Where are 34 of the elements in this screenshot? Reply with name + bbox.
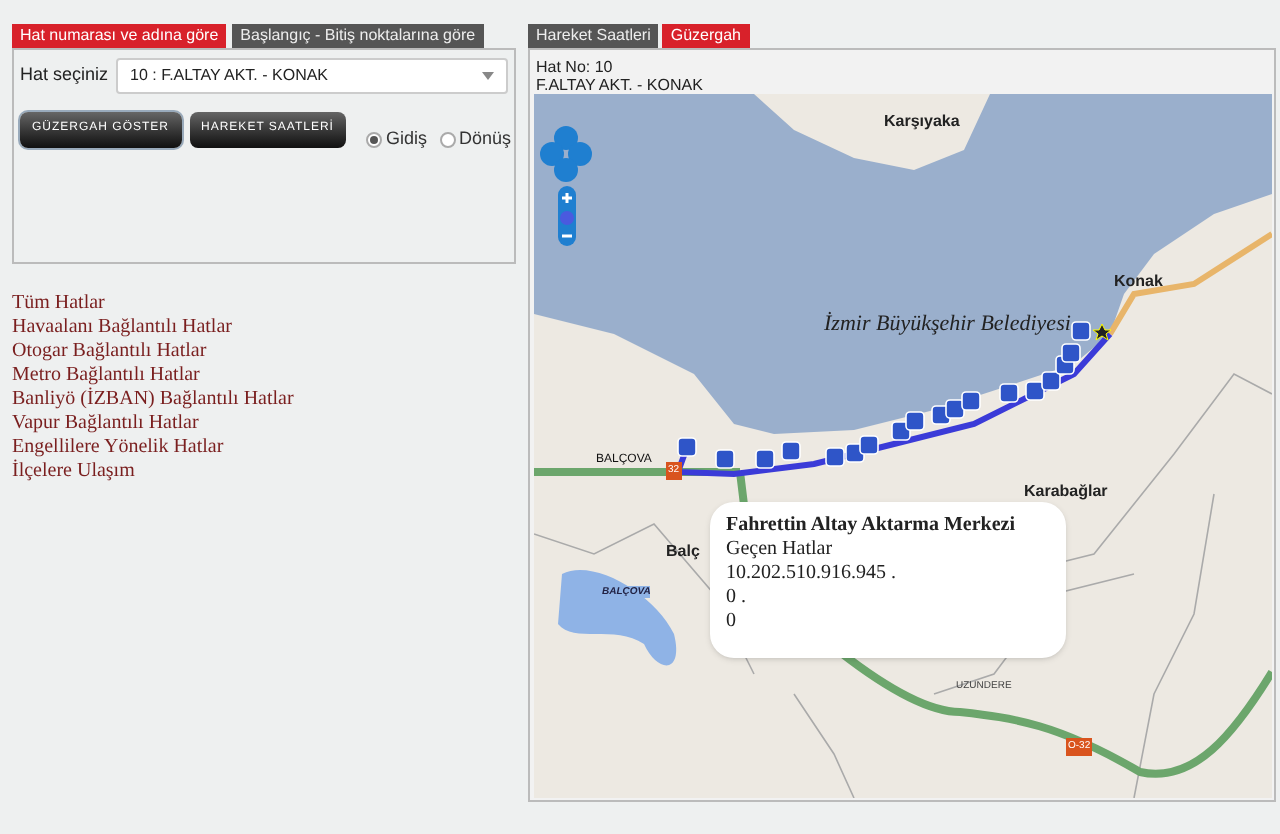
- line-name: F.ALTAY AKT. - KONAK: [536, 76, 705, 94]
- line-number: Hat No: 10: [536, 58, 615, 76]
- radio-button[interactable]: [439, 131, 455, 148]
- line-label: Hat seçiniz: [20, 62, 109, 89]
- category-link[interactable]: Vapur Bağlantılı Hatlar: [12, 412, 199, 436]
- category-link[interactable]: Engellilere Yönelik Hatlar: [12, 436, 224, 460]
- search-tab[interactable]: Başlangıç - Bitiş noktalarına göre: [232, 24, 484, 48]
- radio-button[interactable]: [365, 131, 382, 148]
- category-link[interactable]: İlçelere Ulaşım: [12, 460, 135, 484]
- view-tab[interactable]: Güzergah: [662, 24, 749, 48]
- popup-text: 0: [726, 610, 738, 634]
- popup-text: 0 .: [726, 586, 748, 610]
- place-label: Konak: [1114, 270, 1163, 294]
- category-link[interactable]: Havaalanı Bağlantılı Hatlar: [12, 316, 232, 340]
- star-icon: [1092, 323, 1112, 341]
- popup-title: Fahrettin Altay Aktarma Merkezi: [726, 514, 1018, 538]
- landmark-label: İzmir Büyükşehir Belediyesi: [824, 310, 1071, 340]
- lake: [558, 570, 677, 666]
- popup-text: Geçen Hatlar: [726, 538, 835, 562]
- place-label: Balç: [666, 540, 700, 564]
- view-tab[interactable]: Hareket Saatleri: [528, 24, 659, 48]
- zoom-control-icon[interactable]: [558, 186, 576, 246]
- category-link[interactable]: Metro Bağlantılı Hatlar: [12, 364, 200, 388]
- category-link[interactable]: Otogar Bağlantılı Hatlar: [12, 340, 207, 364]
- radio-label: Dönüş: [459, 126, 512, 152]
- search-tab[interactable]: Hat numarası ve adına göre: [12, 24, 227, 48]
- category-link[interactable]: Tüm Hatlar: [12, 292, 105, 316]
- category-link[interactable]: Banliyö (İZBAN) Bağlantılı Hatlar: [12, 388, 294, 412]
- place-label: Karabağlar: [1024, 480, 1108, 504]
- popup-text: 10.202.510.916.945 .: [726, 562, 898, 586]
- line-select[interactable]: 10 : F.ALTAY AKT. - KONAK: [116, 58, 508, 94]
- place-label: Karşıyaka: [884, 110, 960, 134]
- dropdown-icon: [482, 72, 494, 80]
- radio-label: Gidiş: [385, 126, 427, 152]
